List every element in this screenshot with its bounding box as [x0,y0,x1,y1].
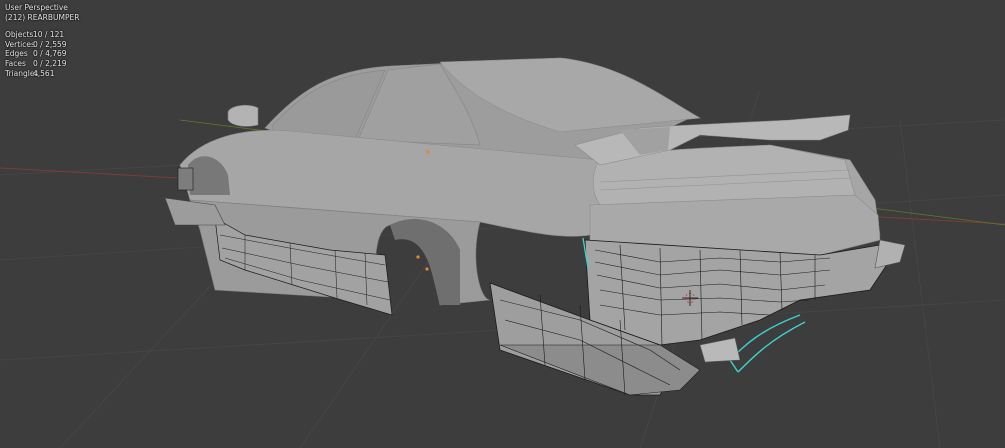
3d-viewport[interactable]: User Perspective (212) REARBUMPER Object… [0,0,1005,448]
stat-label: Objects [5,30,34,40]
rear-bumper-mesh[interactable] [489,237,906,396]
stat-value: 4,561 [33,68,55,78]
stat-triangles: Triangles 4,561 [5,69,79,79]
stat-edges: Edges 0 / 4,769 [5,49,79,59]
stat-value: 10 / 121 [33,30,65,40]
stat-faces: Faces 0 / 2,219 [5,59,79,69]
view-name: User Perspective [5,3,68,12]
viewport-info-overlay: User Perspective (212) REARBUMPER Object… [5,3,79,78]
stat-value: 0 / 4,769 [33,49,67,59]
stat-label: Vertices [5,39,35,49]
stat-value: 0 / 2,219 [33,58,67,68]
stat-label: Edges [5,49,28,59]
stat-value: 0 / 2,559 [33,39,67,49]
stat-label: Faces [5,58,26,68]
stat-vertices: Vertices 0 / 2,559 [5,40,79,50]
stat-objects: Objects 10 / 121 [5,30,79,40]
active-object-label: (212) REARBUMPER [5,12,80,22]
scene-canvas[interactable] [0,0,1005,448]
stat-label: Triangles [5,68,39,78]
